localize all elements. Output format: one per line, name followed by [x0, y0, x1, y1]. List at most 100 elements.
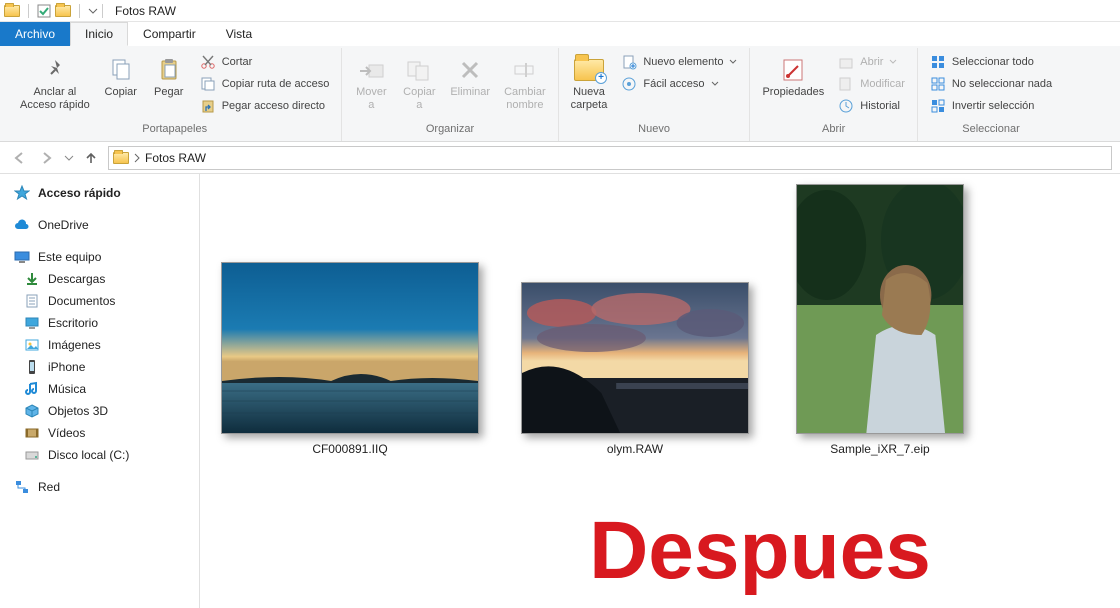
move-to-label: Mover a — [356, 86, 387, 111]
history-button[interactable]: Historial — [834, 96, 909, 116]
paste-shortcut-button[interactable]: Pegar acceso directo — [196, 96, 334, 116]
download-icon — [24, 271, 40, 287]
copy-path-button[interactable]: Copiar ruta de acceso — [196, 74, 334, 94]
new-item-button[interactable]: Nuevo elemento — [617, 52, 741, 72]
tab-file[interactable]: Archivo — [0, 22, 70, 46]
open-button[interactable]: Abrir — [834, 52, 909, 72]
network-icon — [14, 479, 30, 495]
tree-this-pc[interactable]: Este equipo — [0, 246, 199, 268]
tree-network[interactable]: Red — [0, 476, 199, 498]
move-to-button[interactable]: Mover a — [348, 50, 394, 113]
file-item[interactable]: Sample_iXR_7.eip — [790, 184, 970, 456]
copy-label: Copiar — [105, 86, 137, 99]
breadcrumb[interactable]: Fotos RAW — [108, 146, 1112, 170]
tree-documents[interactable]: Documentos — [0, 290, 199, 312]
breadcrumb-current[interactable]: Fotos RAW — [145, 151, 206, 165]
select-none-button[interactable]: No seleccionar nada — [926, 74, 1056, 94]
copy-path-icon — [200, 76, 216, 92]
thumbnail — [521, 282, 749, 434]
tree-desktop[interactable]: Escritorio — [0, 312, 199, 334]
invert-label: Invertir selección — [952, 100, 1035, 112]
scissors-icon — [200, 54, 216, 70]
select-none-icon — [930, 76, 946, 92]
file-name: Sample_iXR_7.eip — [830, 442, 929, 456]
tree-downloads[interactable]: Descargas — [0, 268, 199, 290]
rename-label: Cambiar nombre — [504, 86, 546, 111]
chevron-down-icon — [729, 58, 737, 66]
tree-iphone[interactable]: iPhone — [0, 356, 199, 378]
rename-button[interactable]: Cambiar nombre — [498, 50, 552, 113]
file-item[interactable]: CF000891.IIQ — [220, 262, 480, 456]
tree-3d-objects[interactable]: Objetos 3D — [0, 400, 199, 422]
thumbnail — [221, 262, 479, 434]
overlay-text: Despues — [400, 504, 1120, 598]
tree-videos[interactable]: Vídeos — [0, 422, 199, 444]
tree-local-disk[interactable]: Disco local (C:) — [0, 444, 199, 466]
file-item[interactable]: olym.RAW — [520, 282, 750, 456]
folder-icon — [4, 5, 20, 17]
body: Acceso rápido OneDrive Este equipo Desca… — [0, 174, 1120, 608]
window-title: Fotos RAW — [115, 4, 176, 18]
new-item-icon — [621, 54, 637, 70]
group-new: + Nueva carpeta Nuevo elemento Fácil acc… — [559, 48, 751, 141]
tree-onedrive[interactable]: OneDrive — [0, 214, 199, 236]
copy-button[interactable]: Copiar — [98, 50, 144, 101]
nav-back-button[interactable] — [8, 147, 30, 169]
tree-quick-access[interactable]: Acceso rápido — [0, 182, 199, 204]
properties-icon — [780, 54, 806, 86]
content-area[interactable]: CF000891.IIQ — [200, 174, 1120, 608]
group-new-label: Nuevo — [638, 121, 670, 139]
ribbon-tabs: Archivo Inicio Compartir Vista — [0, 22, 1120, 46]
invert-icon — [930, 98, 946, 114]
tab-home[interactable]: Inicio — [70, 22, 128, 46]
group-clipboard: Anclar al Acceso rápido Copiar Pegar — [8, 48, 342, 141]
delete-button[interactable]: Eliminar — [444, 50, 496, 101]
cut-button[interactable]: Cortar — [196, 52, 334, 72]
chevron-down-icon — [711, 80, 719, 88]
pin-icon — [42, 54, 68, 86]
monitor-icon — [14, 249, 30, 265]
file-name: olym.RAW — [607, 442, 663, 456]
easy-access-icon — [621, 76, 637, 92]
easy-access-label: Fácil acceso — [643, 78, 704, 90]
disk-icon — [24, 447, 40, 463]
qat-checkbox-icon[interactable] — [37, 4, 51, 18]
invert-selection-button[interactable]: Invertir selección — [926, 96, 1056, 116]
rename-icon — [512, 54, 538, 86]
paste-button[interactable]: Pegar — [146, 50, 192, 101]
file-name: CF000891.IIQ — [312, 442, 387, 456]
thumbnail — [796, 184, 964, 434]
title-bar: Fotos RAW — [0, 0, 1120, 22]
video-icon — [24, 425, 40, 441]
select-all-button[interactable]: Seleccionar todo — [926, 52, 1056, 72]
new-folder-icon: + — [574, 54, 604, 86]
history-icon — [838, 98, 854, 114]
folder-icon — [113, 152, 129, 164]
pin-button[interactable]: Anclar al Acceso rápido — [14, 50, 96, 113]
easy-access-button[interactable]: Fácil acceso — [617, 74, 741, 94]
copy-to-button[interactable]: Copiar a — [396, 50, 442, 113]
copy-icon — [108, 54, 134, 86]
chevron-down-icon — [889, 58, 897, 66]
open-label: Abrir — [860, 56, 883, 68]
new-item-label: Nuevo elemento — [643, 56, 723, 68]
properties-button[interactable]: Propiedades — [756, 50, 830, 101]
chevron-down-icon[interactable] — [64, 153, 74, 163]
tab-share[interactable]: Compartir — [128, 22, 211, 46]
edit-button[interactable]: Modificar — [834, 74, 909, 94]
qat-dropdown-icon[interactable] — [88, 6, 98, 16]
address-bar: Fotos RAW — [0, 142, 1120, 174]
tree-music[interactable]: Música — [0, 378, 199, 400]
tree-pictures[interactable]: Imágenes — [0, 334, 199, 356]
nav-up-button[interactable] — [80, 147, 102, 169]
ribbon: Anclar al Acceso rápido Copiar Pegar — [0, 46, 1120, 142]
nav-forward-button[interactable] — [36, 147, 58, 169]
paste-icon — [156, 54, 182, 86]
paste-shortcut-label: Pegar acceso directo — [222, 100, 325, 112]
tab-view[interactable]: Vista — [211, 22, 267, 46]
nav-tree[interactable]: Acceso rápido OneDrive Este equipo Desca… — [0, 174, 200, 608]
new-folder-button[interactable]: + Nueva carpeta — [565, 50, 614, 113]
new-folder-label: Nueva carpeta — [571, 86, 608, 111]
desktop-icon — [24, 315, 40, 331]
qat-folder-icon[interactable] — [55, 5, 71, 17]
